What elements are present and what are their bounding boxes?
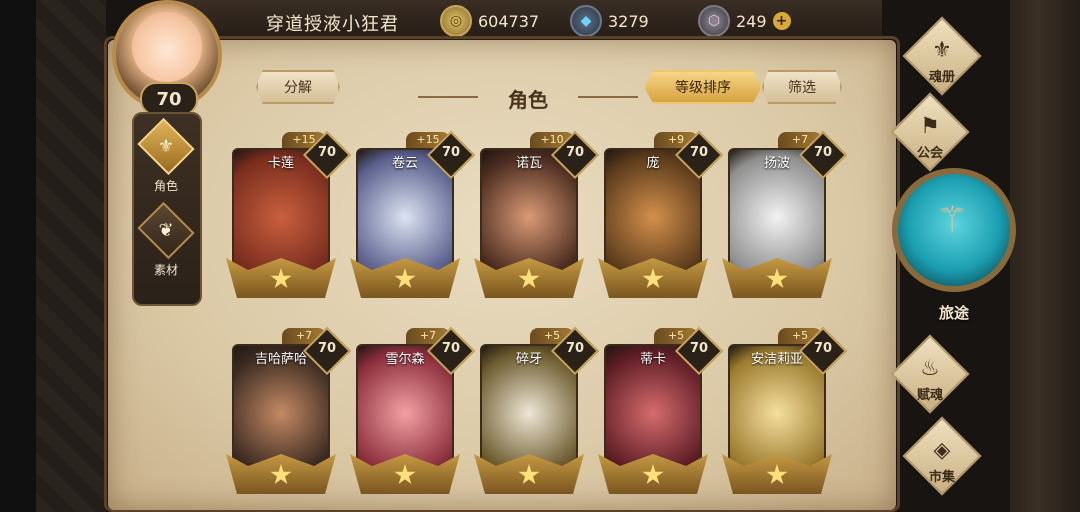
hero-level: 70 <box>565 341 585 356</box>
material-icon: ❦ <box>158 220 174 241</box>
hero-level: 70 <box>689 341 709 356</box>
tab-characters[interactable]: ⚜ 角色 <box>137 117 195 194</box>
hero-card[interactable]: 诺瓦 +10 70 <box>474 130 600 298</box>
talent-button[interactable]: ♨ 赋魂 <box>884 334 976 414</box>
hero-card[interactable]: 安洁莉亚 +5 70 <box>722 326 848 494</box>
crystal-icon: ◆ <box>570 5 602 37</box>
page-title: 角色 <box>508 88 548 112</box>
left-wood-panel <box>36 0 106 512</box>
hero-level: 70 <box>441 145 461 160</box>
hero-card[interactable]: 卷云 +15 70 <box>350 130 476 298</box>
tab-materials-label: 素材 <box>153 263 178 277</box>
journey-button[interactable]: ⚚ 旅途 <box>892 160 1018 330</box>
gem-counter: ⬡ 249 + <box>698 5 791 37</box>
crystal-value: 3279 <box>608 11 649 31</box>
tab-materials[interactable]: ❦ 素材 <box>137 201 195 278</box>
tab-characters-label: 角色 <box>153 179 178 193</box>
helmet-icon: ⚜ <box>157 136 175 157</box>
hero-level: 70 <box>813 145 833 160</box>
hero-card[interactable]: 雪尔森 +7 70 <box>350 326 476 494</box>
right-edge <box>1010 0 1080 512</box>
left-edge <box>0 0 36 512</box>
gold-value: 604737 <box>478 11 540 31</box>
hero-card[interactable]: 庞 +9 70 <box>598 130 724 298</box>
filter-button[interactable]: 筛选 <box>762 70 842 104</box>
gem-icon: ⬡ <box>698 5 730 37</box>
hero-level: 70 <box>565 145 585 160</box>
hero-card[interactable]: 碎牙 +5 70 <box>474 326 600 494</box>
hero-level: 70 <box>317 341 337 356</box>
hero-level: 70 <box>441 341 461 356</box>
crystal-counter: ◆ 3279 <box>570 5 649 37</box>
hero-level: 70 <box>317 145 337 160</box>
talent-label: 赋魂 <box>916 388 943 403</box>
player-level-badge: 70 <box>140 82 198 116</box>
title-ornament-left <box>418 96 478 98</box>
hero-card[interactable]: 扬波 +7 70 <box>722 130 848 298</box>
soul-book-label: 魂册 <box>928 70 955 85</box>
gem-value: 249 <box>736 11 767 31</box>
hero-card[interactable]: 卡莲 +15 70 <box>226 130 352 298</box>
journey-label: 旅途 <box>938 304 969 322</box>
decompose-button[interactable]: 分解 <box>256 70 340 104</box>
hero-card[interactable]: 吉哈萨哈 +7 70 <box>226 326 352 494</box>
hero-level: 70 <box>813 341 833 356</box>
market-crystal-icon: ◈ <box>933 438 951 463</box>
guild-button[interactable]: ⚑ 公会 <box>884 92 976 172</box>
gold-coin-icon: ◎ <box>440 5 472 37</box>
hero-level: 70 <box>689 145 709 160</box>
gold-counter: ◎ 604737 <box>440 5 540 37</box>
market-button[interactable]: ◈ 市集 <box>896 416 988 496</box>
guild-icon: ⚑ <box>920 114 940 139</box>
hero-card[interactable]: 蒂卡 +5 70 <box>598 326 724 494</box>
guild-label: 公会 <box>916 146 943 161</box>
market-label: 市集 <box>928 470 955 485</box>
add-gem-button[interactable]: + <box>772 12 791 30</box>
soul-book-icon: ⚜ <box>932 38 952 63</box>
journey-trident-icon: ⚚ <box>936 200 969 241</box>
avatar-portrait <box>132 12 202 82</box>
player-name: 穿道授液小狂君 <box>266 14 399 35</box>
soul-book-button[interactable]: ⚜ 魂册 <box>896 16 988 96</box>
talent-flame-icon: ♨ <box>920 356 940 381</box>
sort-by-level-button[interactable]: 等级排序 <box>644 70 762 104</box>
title-ornament-right <box>578 96 638 98</box>
